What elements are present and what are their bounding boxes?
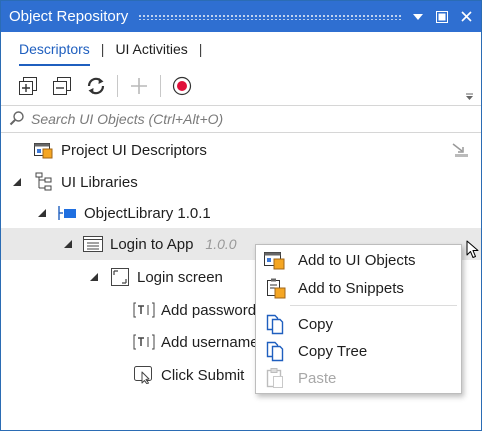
menu-item-paste[interactable]: Paste [256,365,461,391]
search-input[interactable] [31,111,451,127]
menu-item-label: Paste [298,369,337,387]
refresh-icon[interactable] [79,71,113,101]
tree-item-project-descriptors[interactable]: Project UI Descriptors [1,134,481,166]
screen-icon [109,267,131,287]
tab-strip: Descriptors | UI Activities | [1,32,481,66]
search-bar [1,105,481,133]
toolbar-separator [117,75,118,97]
plus-icon[interactable] [122,71,156,101]
menu-separator [290,305,457,306]
expand-arrow-icon[interactable] [62,238,74,250]
copy-icon [262,313,288,335]
panel-title: Object Repository [9,8,129,25]
menu-item-label: Copy [298,315,334,333]
object-repository-panel: Object Repository Descriptors | UI Activ… [0,0,482,431]
click-element-icon [133,365,155,385]
application-icon [82,234,104,254]
toolbar [1,68,481,104]
paste-icon [262,367,288,389]
toolbar-overflow-icon[interactable] [466,88,473,104]
close-icon[interactable] [457,8,475,26]
tree-item-label: ObjectLibrary 1.0.1 [84,204,211,222]
panel-title-bar[interactable]: Object Repository [1,1,481,32]
tree-item-label: UI Libraries [61,173,138,191]
libraries-tree-icon [33,172,55,192]
menu-item-copy[interactable]: Copy [256,311,461,337]
project-descriptors-icon [33,140,55,160]
menu-item-copy-tree[interactable]: Copy Tree [256,338,461,364]
menu-item-label: Add to UI Objects [298,251,416,269]
toolbar-separator [160,75,161,97]
text-element-icon [133,332,155,352]
mouse-pointer-icon [466,240,480,263]
expand-arrow-icon[interactable] [88,271,100,283]
pin-icon[interactable] [433,8,451,26]
copy-tree-icon [262,340,288,362]
expand-arrow-icon[interactable] [11,176,23,188]
collapse-all-icon[interactable] [45,71,79,101]
menu-item-add-to-snippets[interactable]: Add to Snippets [256,275,461,301]
tree-item-ui-libraries[interactable]: UI Libraries [1,166,481,198]
tree-item-label: Add password [161,301,257,319]
text-element-icon [133,300,155,320]
tree-item-label: Click Submit [161,366,245,384]
tab-ui-activities[interactable]: UI Activities [106,39,196,59]
library-icon [56,203,78,223]
record-icon[interactable] [165,71,199,101]
drag-grip[interactable] [138,13,401,20]
tab-separator: | [100,41,105,57]
menu-item-label: Add to Snippets [298,279,404,297]
context-menu: Add to UI Objects Add to Snippets Copy C… [255,244,462,394]
tab-descriptors[interactable]: Descriptors [10,39,99,66]
tree-item-label: Project UI Descriptors [61,141,207,159]
app-version: 1.0.0 [205,236,237,252]
expand-all-icon[interactable] [11,71,45,101]
add-to-ui-objects-icon [262,249,288,271]
tree-item-library[interactable]: ObjectLibrary 1.0.1 [1,197,481,229]
tab-separator: | [198,41,203,57]
tree-item-label: Login to App [110,235,194,253]
tree-item-label: Login screen [137,268,223,286]
add-to-snippets-icon [262,277,288,299]
import-icon[interactable] [451,142,469,161]
tree-item-label: Add username [161,333,259,351]
dropdown-arrow-icon[interactable] [409,8,427,26]
menu-item-add-to-ui-objects[interactable]: Add to UI Objects [256,247,461,273]
expand-arrow-icon[interactable] [36,207,48,219]
menu-item-label: Copy Tree [298,342,368,360]
search-icon [9,110,25,129]
